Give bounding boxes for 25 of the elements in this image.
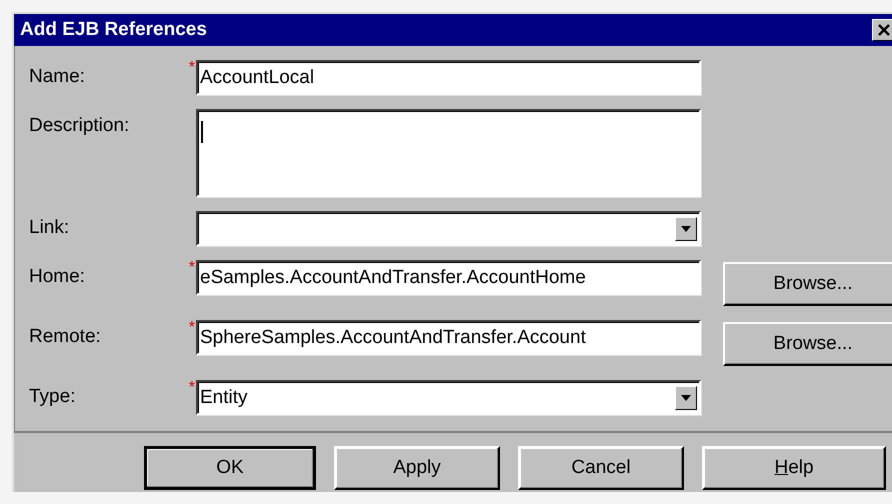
dialog-button[interactable]: Cancel — [518, 446, 684, 490]
field-label: Type: — [29, 385, 76, 408]
required-mark: * — [188, 380, 196, 396]
dialog-button[interactable]: Apply — [334, 446, 500, 490]
required-mark: * — [188, 60, 196, 76]
browse-button[interactable]: Browse... — [723, 322, 892, 366]
field-label: Link: — [29, 216, 70, 239]
field-label: Description: — [29, 114, 130, 137]
close-icon — [878, 24, 890, 36]
dialog-button[interactable]: Help — [702, 446, 886, 490]
input-field[interactable]: SphereSamples.AccountAndTransfer.Account — [196, 320, 701, 355]
input-field[interactable]: AccountLocal — [196, 60, 701, 95]
field-label: Home: — [29, 265, 86, 288]
dropdown-field[interactable] — [196, 211, 701, 246]
required-mark: * — [188, 260, 196, 276]
field-label: Remote: — [29, 325, 102, 348]
window-title: Add EJB References — [20, 19, 207, 41]
text-area[interactable] — [196, 109, 701, 197]
field-label: Name: — [29, 65, 86, 88]
browse-button[interactable]: Browse... — [723, 262, 892, 306]
close-button[interactable] — [872, 19, 892, 41]
required-mark: * — [188, 320, 196, 336]
dialog-button[interactable]: OK — [144, 446, 316, 490]
input-field[interactable]: eSamples.AccountAndTransfer.AccountHome — [196, 260, 701, 295]
dropdown-field[interactable]: Entity — [196, 380, 701, 415]
